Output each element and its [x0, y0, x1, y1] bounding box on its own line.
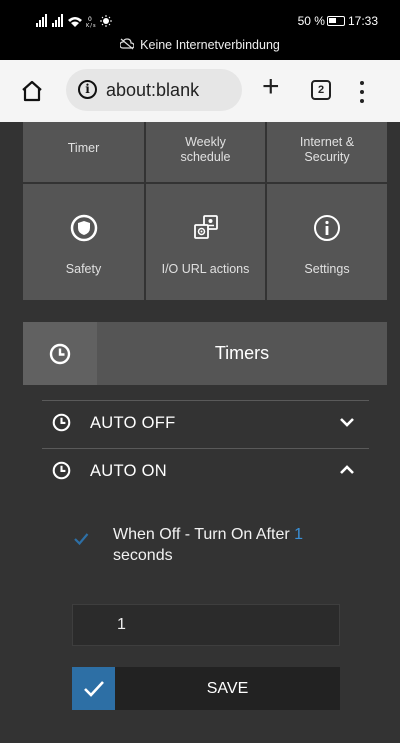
tile-settings[interactable]: Settings	[267, 184, 387, 300]
clock-icon	[52, 461, 71, 480]
signal-indicators: 0 K/s	[36, 14, 116, 31]
tile-timer[interactable]: Timer	[23, 122, 144, 182]
tile-safety[interactable]: Safety	[23, 184, 144, 300]
chevron-down-icon[interactable]	[339, 416, 355, 428]
tab-count-button[interactable]: 2	[311, 80, 331, 100]
chevron-up-icon[interactable]	[339, 464, 355, 476]
home-icon[interactable]	[20, 79, 44, 103]
tile-io-url-actions-label: I/O URL actions	[161, 262, 250, 276]
tile-weekly-schedule-label: Weekly schedule	[180, 135, 231, 164]
battery-icon	[326, 16, 345, 26]
address-bar[interactable]: i about:blank	[66, 69, 242, 111]
new-tab-button[interactable]: +	[262, 72, 280, 102]
status-bar: 0 K/s 50 % 17:33 Keine Internetverbindung	[0, 0, 400, 60]
overflow-menu-icon[interactable]	[357, 79, 367, 103]
svg-text:K/s: K/s	[86, 23, 97, 28]
network-status: Keine Internetverbindung	[0, 38, 400, 52]
svg-text:0: 0	[88, 16, 93, 23]
tile-internet-security-label: Internet & Security	[299, 135, 355, 164]
clock-icon	[52, 413, 71, 432]
timer-item-auto-off-label: AUTO OFF	[90, 414, 176, 432]
timers-section-header[interactable]: Timers	[23, 322, 387, 385]
tile-io-url-actions[interactable]: I/O URL actions	[146, 184, 265, 300]
timer-item-auto-off[interactable]: AUTO OFF	[42, 400, 369, 448]
io-url-icon	[193, 215, 218, 239]
no-cloud-icon	[119, 38, 135, 50]
save-check-box	[72, 667, 115, 710]
battery-time: 50 % 17:33	[298, 14, 378, 28]
tile-internet-security[interactable]: Internet & Security	[267, 122, 387, 182]
delay-input-wrapper	[72, 604, 340, 646]
tile-safety-label: Safety	[65, 262, 102, 276]
info-icon	[314, 215, 340, 241]
tile-timer-label: Timer	[67, 141, 100, 155]
enable-checkbox[interactable]	[72, 530, 90, 548]
browser-toolbar: i about:blank + 2	[0, 60, 400, 122]
auto-on-description: When Off - Turn On After 1 seconds	[113, 524, 353, 566]
auto-on-text-prefix: When Off - Turn On After	[113, 526, 290, 543]
save-button-label: SAVE	[206, 680, 249, 697]
timers-header-icon-box	[23, 322, 97, 385]
save-button[interactable]: SAVE	[72, 667, 340, 710]
url-text[interactable]: about:blank	[106, 80, 199, 101]
auto-on-delay-value: 1	[294, 526, 304, 543]
checkmark-icon	[84, 681, 104, 697]
battery-percent: 50 %	[297, 14, 325, 28]
shield-icon	[70, 214, 97, 242]
clock-icon	[49, 343, 71, 365]
timers-title: Timers	[214, 343, 270, 363]
timer-item-auto-on[interactable]: AUTO ON	[42, 448, 369, 496]
signal-icon: 0 K/s	[36, 14, 112, 29]
timer-item-auto-on-label: AUTO ON	[90, 462, 167, 480]
tile-weekly-schedule[interactable]: Weekly schedule	[146, 122, 265, 182]
app-content: Timer Weekly schedule Internet & Securit…	[0, 122, 400, 743]
network-status-text: Keine Internetverbindung	[140, 38, 280, 52]
auto-on-text-suffix: seconds	[113, 547, 173, 564]
info-icon[interactable]: i	[78, 80, 97, 99]
delay-seconds-input[interactable]	[73, 605, 339, 645]
clock: 17:33	[347, 14, 378, 28]
tile-settings-label: Settings	[304, 262, 350, 276]
